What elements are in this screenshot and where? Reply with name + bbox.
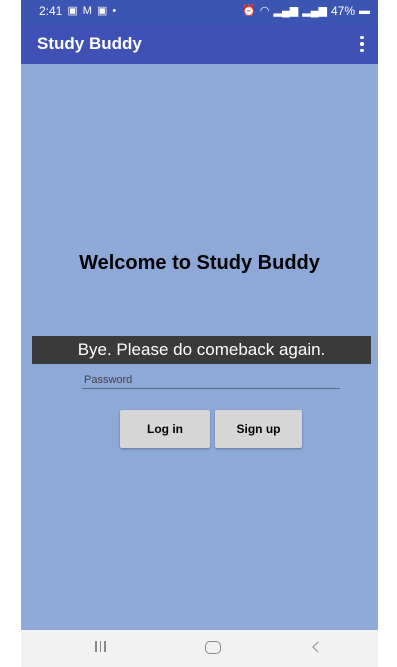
battery-percent: 47% <box>330 4 355 18</box>
status-bar: 2:41 ▣ M ▣ • ⏰ ◠ ▂▄▆ ▂▄▆ 47% ▬ <box>21 0 378 24</box>
battery-icon: ▬ <box>359 5 370 17</box>
alarm-icon: ⏰ <box>242 5 256 17</box>
more-vert-icon[interactable] <box>354 32 370 56</box>
gmail-icon: M <box>82 5 92 17</box>
app-title: Study Buddy <box>37 34 142 53</box>
app-bar: Study Buddy <box>21 24 378 64</box>
recents-icon[interactable] <box>95 641 106 652</box>
password-field-wrapper <box>82 370 344 389</box>
back-icon[interactable] <box>312 641 324 653</box>
login-button[interactable]: Log in <box>120 410 210 448</box>
wifi-icon: ◠ <box>259 5 270 17</box>
status-left: 2:41 ▣ M ▣ • <box>39 4 116 18</box>
navigation-bar <box>21 630 378 667</box>
welcome-heading: Welcome to Study Buddy <box>79 252 320 274</box>
message-icon: ▣ <box>96 5 108 17</box>
password-field[interactable] <box>82 371 344 389</box>
dot-icon: • <box>112 5 117 17</box>
status-time: 2:41 <box>39 4 63 18</box>
signal-icon: ▂▄▆ <box>302 5 327 17</box>
home-icon[interactable] <box>205 641 221 654</box>
signup-button[interactable]: Sign up <box>215 410 302 448</box>
toast-message: Bye. Please do comeback again. <box>32 336 371 364</box>
phone-screen: 2:41 ▣ M ▣ • ⏰ ◠ ▂▄▆ ▂▄▆ 47% ▬ Study Bud… <box>21 0 378 667</box>
status-right: ⏰ ◠ ▂▄▆ ▂▄▆ 47% ▬ <box>242 4 370 18</box>
gallery-icon: ▣ <box>67 5 78 17</box>
signal-icon: ▂▄▆ <box>273 5 299 17</box>
